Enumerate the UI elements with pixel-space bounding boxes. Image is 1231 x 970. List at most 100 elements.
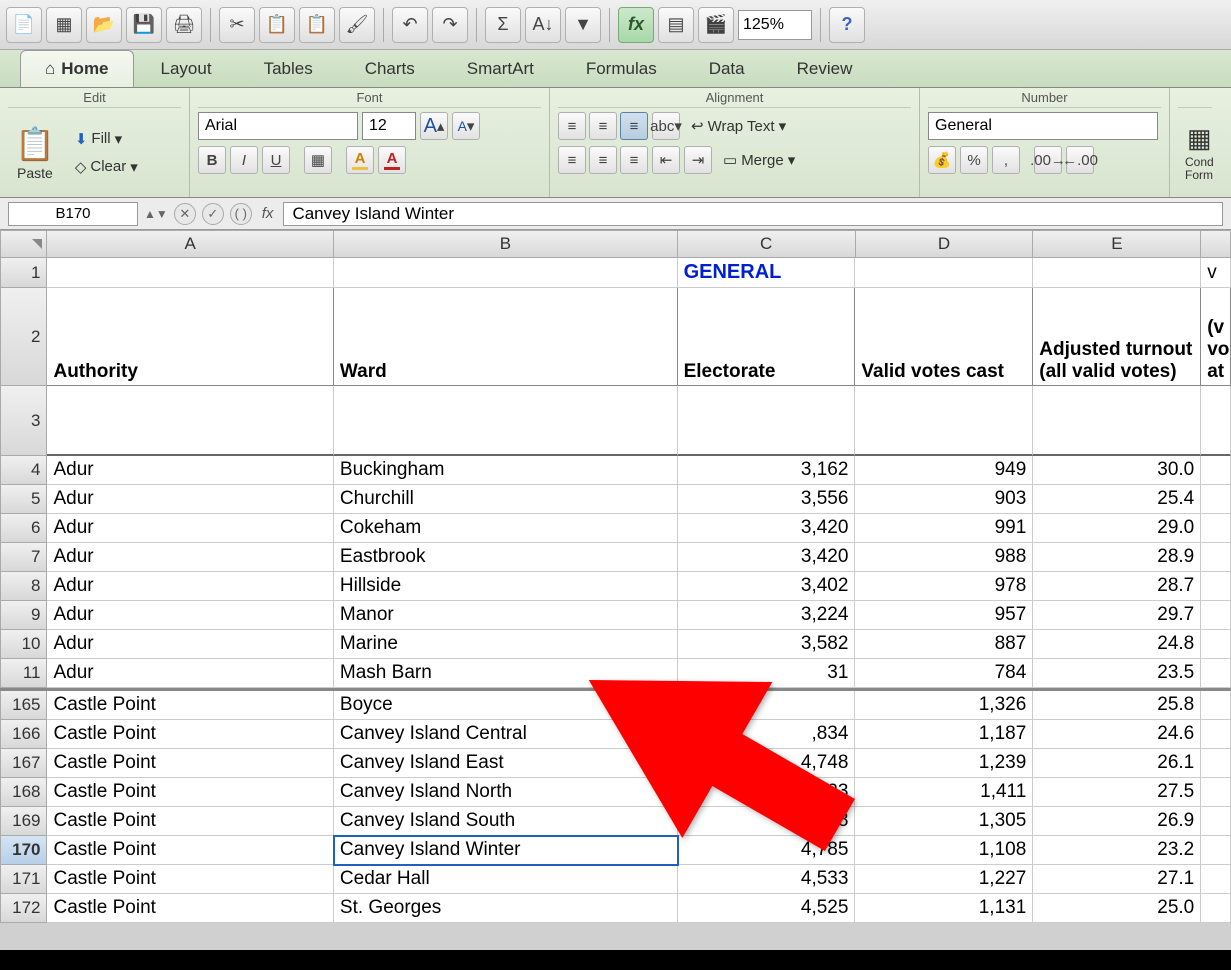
cell[interactable]: Buckingham	[334, 456, 678, 485]
row-header[interactable]: 1	[0, 258, 47, 288]
cell[interactable]: 4,858	[678, 807, 856, 836]
save-icon[interactable]: 💾	[126, 7, 162, 43]
cell[interactable]: 5,123	[678, 778, 856, 807]
cell[interactable]: 3,582	[678, 630, 856, 659]
template-icon[interactable]: ▦	[46, 7, 82, 43]
cell[interactable]: Churchill	[334, 485, 678, 514]
cell[interactable]	[1201, 485, 1231, 514]
cell[interactable]: Canvey Island Central	[334, 720, 678, 749]
fx-toggle-icon[interactable]: fx	[618, 7, 654, 43]
filter-icon[interactable]: ▼	[565, 7, 601, 43]
cell[interactable]: 3,556	[678, 485, 856, 514]
cell[interactable]: 23.5	[1033, 659, 1201, 688]
comma-icon[interactable]: ,	[992, 146, 1020, 174]
row-header[interactable]: 3	[0, 386, 47, 456]
cell[interactable]: Marine	[334, 630, 678, 659]
cell[interactable]	[855, 386, 1033, 456]
cell[interactable]	[334, 386, 678, 456]
cell[interactable]: 3,420	[678, 514, 856, 543]
cell[interactable]: Canvey Island Winter	[334, 836, 678, 865]
indent-left-icon[interactable]: ⇤	[652, 146, 680, 174]
cell[interactable]: 1,108	[855, 836, 1033, 865]
align-bottom-icon[interactable]: ≡	[620, 112, 648, 140]
cell[interactable]: 1,411	[855, 778, 1033, 807]
number-format-combo[interactable]	[928, 112, 1158, 140]
cell[interactable]	[678, 386, 856, 456]
select-all-corner[interactable]	[0, 230, 47, 258]
cell[interactable]: Cedar Hall	[334, 865, 678, 894]
cell[interactable]: Adur	[47, 514, 333, 543]
cell[interactable]	[1201, 894, 1231, 923]
paren-icon[interactable]: ( )	[230, 203, 252, 225]
stepper-icon[interactable]: ▲▼	[144, 207, 168, 221]
paste-button[interactable]: 📋 Paste	[8, 120, 62, 186]
cell[interactable]: 28.7	[1033, 572, 1201, 601]
tab-tables[interactable]: Tables	[239, 50, 338, 87]
cell[interactable]: 978	[855, 572, 1033, 601]
cell[interactable]: Adur	[47, 485, 333, 514]
cell[interactable]: Adur	[47, 456, 333, 485]
new-doc-icon[interactable]: 📄	[6, 7, 42, 43]
cell[interactable]	[1201, 386, 1231, 456]
cell[interactable]	[678, 691, 856, 720]
row-header[interactable]: 5	[0, 485, 47, 514]
media-icon[interactable]: 🎬	[698, 7, 734, 43]
cell[interactable]: 28.9	[1033, 543, 1201, 572]
align-left-icon[interactable]: ≡	[558, 146, 586, 174]
tab-review[interactable]: Review	[772, 50, 878, 87]
percent-icon[interactable]: %	[960, 146, 988, 174]
cell[interactable]: 903	[855, 485, 1033, 514]
cell[interactable]: Manor	[334, 601, 678, 630]
cell[interactable]: Valid votes cast	[855, 288, 1033, 386]
cell[interactable]	[1201, 630, 1231, 659]
cell[interactable]	[47, 258, 333, 288]
cell[interactable]: 949	[855, 456, 1033, 485]
row-header[interactable]: 4	[0, 456, 47, 485]
cell[interactable]: 3,402	[678, 572, 856, 601]
cell[interactable]: Canvey Island North	[334, 778, 678, 807]
cell[interactable]: 29.7	[1033, 601, 1201, 630]
conditional-format-button[interactable]: ▦ Cond Form	[1178, 118, 1221, 187]
tab-formulas[interactable]: Formulas	[561, 50, 682, 87]
cell[interactable]: Adur	[47, 659, 333, 688]
col-header-e[interactable]: E	[1033, 230, 1201, 258]
row-header[interactable]: 171	[0, 865, 47, 894]
cell[interactable]: 1,239	[855, 749, 1033, 778]
cell[interactable]	[1033, 258, 1201, 288]
autosum-icon[interactable]: Σ	[485, 7, 521, 43]
cell[interactable]: 4,533	[678, 865, 856, 894]
fill-button[interactable]: ⬇Fill ▾	[68, 127, 145, 151]
align-right-icon[interactable]: ≡	[620, 146, 648, 174]
sort-icon[interactable]: A↓	[525, 7, 561, 43]
dec-decimal-icon[interactable]: ←.00	[1066, 146, 1094, 174]
cell[interactable]: 31	[678, 659, 856, 688]
row-header[interactable]: 172	[0, 894, 47, 923]
cell[interactable]: 991	[855, 514, 1033, 543]
cell[interactable]: 25.4	[1033, 485, 1201, 514]
cell[interactable]: Ward	[334, 288, 678, 386]
cell[interactable]	[1201, 807, 1231, 836]
cell[interactable]: 26.1	[1033, 749, 1201, 778]
show-toolbox-icon[interactable]: ▤	[658, 7, 694, 43]
cell[interactable]	[1201, 456, 1231, 485]
cell[interactable]: 3,224	[678, 601, 856, 630]
underline-icon[interactable]: U	[262, 146, 290, 174]
border-icon[interactable]: ▦	[304, 146, 332, 174]
cell[interactable]: 1,227	[855, 865, 1033, 894]
font-color-icon[interactable]: A	[378, 146, 406, 174]
cell[interactable]: 24.8	[1033, 630, 1201, 659]
format-painter-icon[interactable]: 🖌	[339, 7, 375, 43]
cell[interactable]: 1,131	[855, 894, 1033, 923]
undo-icon[interactable]: ↶	[392, 7, 428, 43]
bold-icon[interactable]: B	[198, 146, 226, 174]
cell[interactable]	[47, 386, 333, 456]
align-top-icon[interactable]: ≡	[558, 112, 586, 140]
paste-icon[interactable]: 📋	[299, 7, 335, 43]
col-header-b[interactable]: B	[334, 230, 678, 258]
row-header[interactable]: 168	[0, 778, 47, 807]
currency-icon[interactable]: 💰	[928, 146, 956, 174]
cell[interactable]	[1201, 778, 1231, 807]
cell[interactable]: 4,748	[678, 749, 856, 778]
italic-icon[interactable]: I	[230, 146, 258, 174]
cell[interactable]: 27.1	[1033, 865, 1201, 894]
